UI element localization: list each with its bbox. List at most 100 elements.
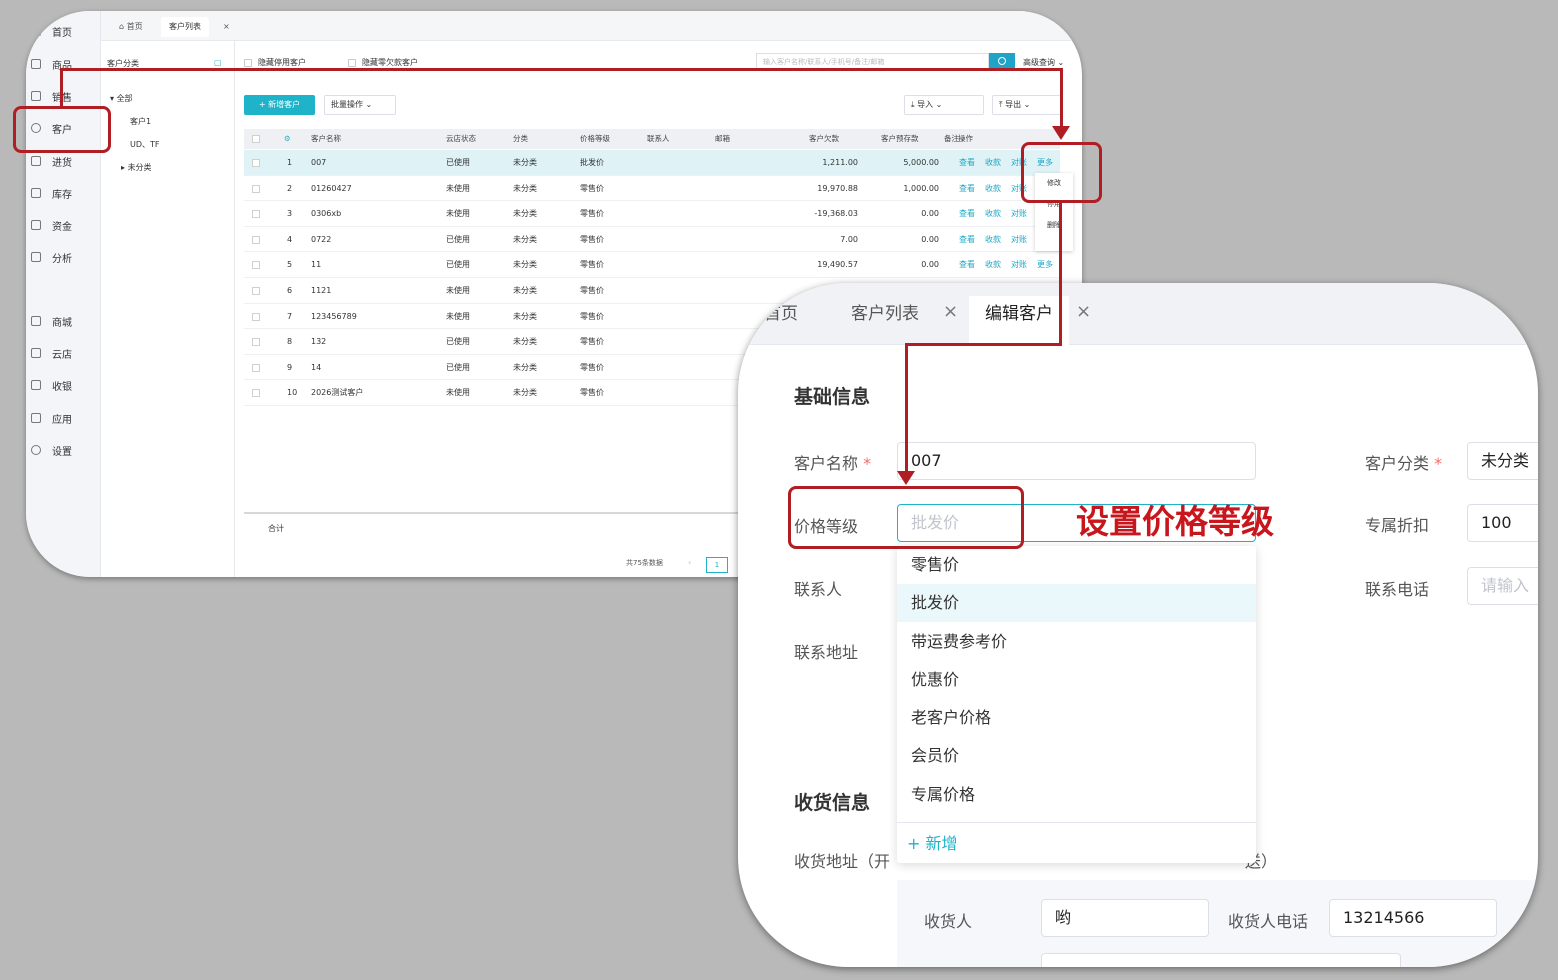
row-checkbox[interactable] [252,389,260,398]
action-view[interactable]: 查看 [959,227,975,252]
row-checkbox[interactable] [252,287,260,295]
action-receive[interactable]: 收款 [985,176,1001,201]
nav-mall[interactable]: 商城 [26,312,101,330]
nav-settings[interactable]: 设置 [26,441,101,459]
export-button[interactable]: ⤒ 导出 ⌄ [992,95,1062,115]
action-view[interactable]: 查看 [959,201,975,226]
cell-price: 批发价 [580,158,604,167]
action-receive[interactable]: 收款 [985,150,1001,175]
tree-item[interactable]: UD、TF [130,139,160,150]
hide-disabled-checkbox[interactable]: 隐藏停用客户 [244,57,306,68]
hide-zero-checkbox[interactable]: 隐藏零欠款客户 [348,57,418,68]
close-icon[interactable]: × [1076,301,1091,322]
checkbox[interactable] [348,58,356,67]
action-more[interactable]: 更多 [1037,252,1053,277]
nav-sales[interactable]: 销售 [26,87,101,105]
close-icon[interactable]: × [223,17,230,37]
tree-all[interactable]: ▾ 全部 [110,93,133,104]
table-row[interactable]: 3 0306xb 未使用 未分类 零售价 -19,368.03 0.00 查看 收款 对账 [244,201,1060,227]
prev-page-icon[interactable]: ‹ [688,558,691,567]
receiver-panel: 收货人 哟 收货人电话 13214566 [897,880,1538,967]
tab-customer-list[interactable]: 客户列表 [851,298,919,330]
advanced-search-button[interactable]: 高级查询 ⌄ [1023,57,1064,68]
table-row[interactable]: 1 007 已使用 未分类 批发价 1,211.00 5,000.00 查看 收款 对账 更多 [244,150,1060,176]
cell-cat: 未分类 [513,388,537,398]
price-option[interactable]: 零售价 [897,546,1256,584]
nav-label: 库存 [52,189,72,201]
close-icon[interactable]: × [943,301,958,322]
phone-input[interactable]: 请输入 [1467,567,1538,605]
tab-customer-list[interactable]: 客户列表 [161,17,209,37]
cell-status: 已使用 [446,158,470,167]
row-checkbox[interactable] [252,363,260,372]
price-option[interactable]: 老客户价格 [897,699,1256,737]
price-option[interactable]: 带运费参考价 [897,623,1256,661]
price-option[interactable]: 专属价格 [897,776,1256,814]
action-view[interactable]: 查看 [959,176,975,201]
table-row[interactable]: 5 11 已使用 未分类 零售价 19,490.57 0.00 查看 收款 对账 更多 [244,252,1060,278]
tab-home[interactable]: 首页 [764,298,798,330]
action-receive[interactable]: 收款 [985,227,1001,252]
tab-edit-customer[interactable]: 编辑客户 [969,296,1069,345]
action-view[interactable]: 查看 [959,252,975,277]
row-checkbox[interactable] [252,312,260,321]
tree-item[interactable]: ▸ 未分类 [121,162,152,173]
action-reconcile[interactable]: 对账 [1011,201,1027,226]
import-button[interactable]: ⤓ 导入 ⌄ [904,95,984,115]
action-receive[interactable]: 收款 [985,252,1001,277]
receiver-phone-input[interactable]: 13214566 [1329,899,1497,937]
nav-purchase[interactable]: 进货 [26,152,101,170]
nav-funds[interactable]: 资金 [26,216,101,234]
row-checkbox[interactable] [252,338,260,347]
discount-input[interactable]: 100 [1467,504,1538,542]
nav-analysis[interactable]: 分析 [26,248,101,266]
nav-cloud-store[interactable]: 云店 [26,344,101,362]
row-checkbox[interactable] [252,261,260,270]
select-all-checkbox[interactable] [252,135,260,143]
menu-delete[interactable]: 删除 [1035,215,1073,236]
filter-label: 隐藏零欠款客户 [362,58,418,67]
row-checkbox[interactable] [252,184,260,193]
action-receive[interactable]: 收款 [985,201,1001,226]
nav-cashier[interactable]: 收银 [26,376,101,394]
nav-home[interactable]: 首页 [26,22,101,40]
apps-icon [31,413,41,423]
table-row[interactable]: 2 01260427 未使用 未分类 零售价 19,970.88 1,000.00 查看 收款对… [244,176,1060,202]
add-price-level-button[interactable]: + 新增 [897,822,1256,863]
sidebar: 首页 商品 销售 客户 进货 库存 资金 分析 商城 云店 收银 应用 设置 [26,11,101,577]
action-view[interactable]: 查看 [959,150,975,175]
purchase-icon [31,156,41,166]
receiver-input[interactable]: 哟 [1041,899,1209,937]
col-name[interactable]: 客户名称 [311,129,341,149]
edit-category-icon[interactable]: ▢ [214,58,222,67]
category-select[interactable]: 未分类 [1467,442,1538,480]
price-option[interactable]: 会员价 [897,737,1256,775]
cell-cat: 未分类 [513,158,537,167]
price-option[interactable]: 优惠价 [897,661,1256,699]
tab-home[interactable]: ⌂ 首页 [119,17,143,37]
action-reconcile[interactable]: 对账 [1011,252,1027,277]
batch-button[interactable]: 批量操作 ⌄ [324,95,396,115]
cell-status: 已使用 [446,260,470,270]
column-settings-icon[interactable]: ⚙ [284,129,291,149]
row-checkbox[interactable] [252,235,260,244]
row-checkbox[interactable] [252,210,260,219]
row-checkbox[interactable] [252,159,260,167]
checkbox[interactable] [244,58,252,67]
export-label: 导出 [1005,100,1022,109]
receiver-address-input[interactable] [1041,953,1401,967]
col-debt[interactable]: 客户欠款 [809,129,839,149]
table-row[interactable]: 4 0722 已使用 未分类 零售价 7.00 0.00 查看 收款 对账 [244,227,1060,253]
action-reconcile[interactable]: 对账 [1011,227,1027,252]
price-option-selected[interactable]: 批发价 [897,584,1256,622]
nav-label: 云店 [52,349,72,361]
nav-stock[interactable]: 库存 [26,184,101,202]
customer-name-input[interactable]: 007 [897,442,1256,480]
tree-item[interactable]: 客户1 [130,116,151,127]
sales-icon [31,91,41,101]
nav-apps[interactable]: 应用 [26,409,101,427]
add-customer-button[interactable]: + 新增客户 [244,95,315,115]
cell-status: 未使用 [446,209,470,219]
page-number[interactable]: 1 [706,557,728,573]
col-prepay[interactable]: 客户预存款 [881,129,919,149]
